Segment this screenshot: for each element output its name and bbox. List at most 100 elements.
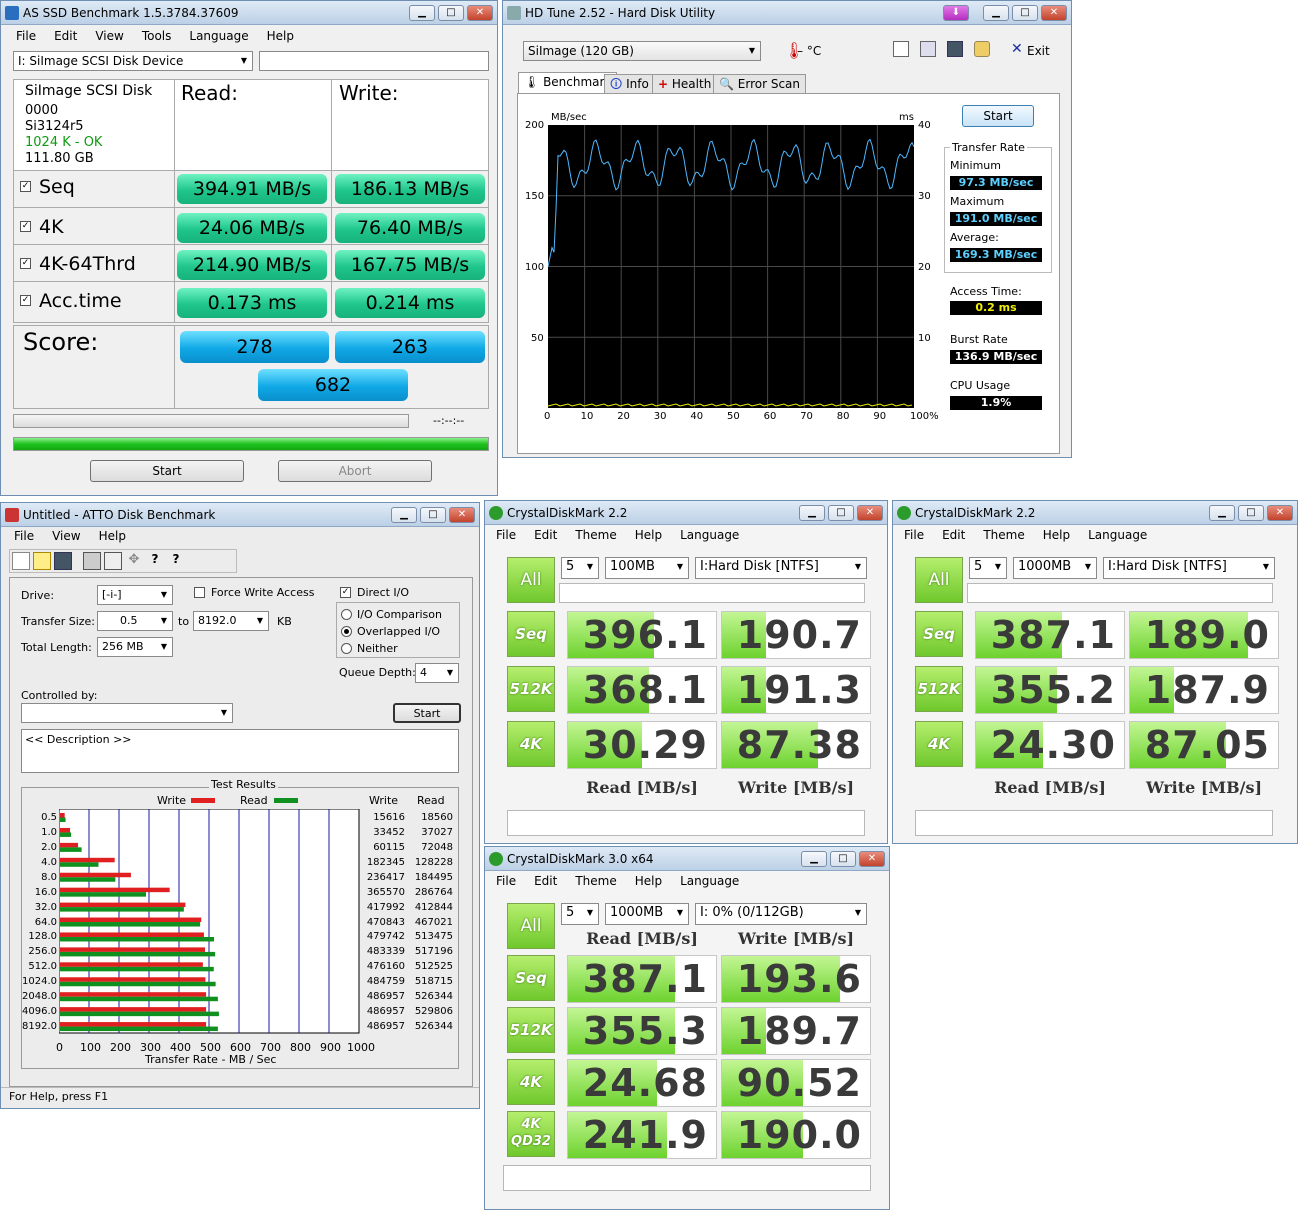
tab-error-scan[interactable]: 🔍 Error Scan xyxy=(713,74,807,94)
minimize-button[interactable]: ▁ xyxy=(799,504,825,521)
menu-theme[interactable]: Theme xyxy=(974,528,1033,542)
menu-file[interactable]: File xyxy=(7,29,45,43)
maximize-button[interactable]: □ xyxy=(828,504,854,521)
print-preview-icon[interactable] xyxy=(104,552,122,570)
row-label-0[interactable]: Seq xyxy=(507,955,555,1001)
abort-button[interactable]: Abort xyxy=(278,460,432,482)
menu-view[interactable]: View xyxy=(86,29,132,43)
drive-info-field[interactable] xyxy=(259,51,489,71)
row-label-1[interactable]: 512K xyxy=(507,1007,555,1053)
menu-theme[interactable]: Theme xyxy=(566,874,625,888)
menu-file[interactable]: File xyxy=(487,528,525,542)
row-label-2[interactable]: 4K xyxy=(507,721,555,767)
maximize-button[interactable]: □ xyxy=(438,4,464,21)
acc-checkbox[interactable]: ✓ xyxy=(20,295,31,306)
close-button[interactable]: ✕ xyxy=(857,504,883,521)
paste-icon[interactable] xyxy=(920,41,936,57)
atto-start-button[interactable]: Start xyxy=(393,703,461,723)
menu-file[interactable]: File xyxy=(5,529,43,543)
row-label-0[interactable]: Seq xyxy=(507,611,555,657)
size-select[interactable]: 100MB ▼ xyxy=(605,557,689,579)
help-icon[interactable]: ? xyxy=(146,552,164,570)
close-button[interactable]: ✕ xyxy=(1267,504,1293,521)
menu-tools[interactable]: Tools xyxy=(133,29,181,43)
atto-titlebar[interactable]: Untitled - ATTO Disk Benchmark ▁ □ ✕ xyxy=(1,503,479,527)
menu-edit[interactable]: Edit xyxy=(933,528,974,542)
row-label-2[interactable]: 4K xyxy=(915,721,963,767)
direct-io-checkbox[interactable]: ✓ xyxy=(340,587,351,598)
cdm-titlebar[interactable]: CrystalDiskMark 2.2 ▁ □ ✕ xyxy=(485,501,887,525)
hdtune-titlebar[interactable]: HD Tune 2.52 - Hard Disk Utility ⬇ ▁ □ ✕ xyxy=(503,1,1071,25)
copy-icon[interactable] xyxy=(893,41,909,57)
save-icon[interactable] xyxy=(947,41,963,57)
all-button[interactable]: All xyxy=(507,903,555,949)
save-icon[interactable] xyxy=(54,552,72,570)
drive-select[interactable]: I: 0% (0/112GB) ▼ xyxy=(695,903,867,925)
io-comparison-radio[interactable] xyxy=(341,609,352,620)
close-button[interactable]: ✕ xyxy=(1041,4,1067,21)
hdtune-drive-select[interactable]: SiImage (120 GB) ▼ xyxy=(523,41,761,61)
total-length-select[interactable]: 256 MB ▼ xyxy=(97,637,173,657)
hdtune-start-button[interactable]: Start xyxy=(962,105,1034,127)
tab-benchmark[interactable]: 🌡 Benchmark xyxy=(518,72,618,94)
open-folder-icon[interactable] xyxy=(33,552,51,570)
minimize-button[interactable]: ▁ xyxy=(1209,504,1235,521)
all-button[interactable]: All xyxy=(915,557,963,603)
menu-edit[interactable]: Edit xyxy=(525,874,566,888)
menu-edit[interactable]: Edit xyxy=(525,528,566,542)
menu-theme[interactable]: Theme xyxy=(566,528,625,542)
maximize-button[interactable]: □ xyxy=(420,506,446,523)
menu-file[interactable]: File xyxy=(487,874,525,888)
close-button[interactable]: ✕ xyxy=(859,850,885,867)
4k-checkbox[interactable]: ✓ xyxy=(20,221,31,232)
row-label-1[interactable]: 512K xyxy=(915,666,963,712)
minimize-button[interactable]: ▁ xyxy=(391,506,417,523)
options-icon[interactable] xyxy=(974,41,990,57)
seq-checkbox[interactable]: ✓ xyxy=(20,181,31,192)
menu-language[interactable]: Language xyxy=(671,874,748,888)
size-select[interactable]: 1000MB ▼ xyxy=(605,903,689,925)
cdm-titlebar[interactable]: CrystalDiskMark 3.0 x64 ▁ □ ✕ xyxy=(485,847,889,871)
4k64-checkbox[interactable]: ✓ xyxy=(20,258,31,269)
menu-view[interactable]: View xyxy=(43,529,89,543)
menu-edit[interactable]: Edit xyxy=(45,29,86,43)
menu-language[interactable]: Language xyxy=(671,528,748,542)
transfer-from-select[interactable]: 0.5 ▼ xyxy=(97,611,173,631)
row-label-1[interactable]: 512K xyxy=(507,666,555,712)
force-write-checkbox[interactable] xyxy=(194,587,205,598)
tab-health[interactable]: + Health xyxy=(652,74,718,94)
drive-select[interactable]: I:Hard Disk [NTFS] ▼ xyxy=(695,557,867,579)
exit-button[interactable]: Exit xyxy=(1027,44,1050,58)
maximize-button[interactable]: □ xyxy=(1012,4,1038,21)
maximize-button[interactable]: □ xyxy=(1238,504,1264,521)
minimize-button[interactable]: ▁ xyxy=(801,850,827,867)
drive-select[interactable]: I: SiImage SCSI Disk Device ▼ xyxy=(13,51,253,71)
menu-file[interactable]: File xyxy=(895,528,933,542)
menu-language[interactable]: Language xyxy=(180,29,257,43)
transfer-to-select[interactable]: 8192.0 ▼ xyxy=(193,611,269,631)
tab-info[interactable]: 🛈 Info xyxy=(604,74,655,94)
menu-help[interactable]: Help xyxy=(258,29,303,43)
overlapped-io-radio[interactable] xyxy=(341,626,352,637)
context-help-icon[interactable]: ? xyxy=(167,552,185,570)
cdm-titlebar[interactable]: CrystalDiskMark 2.2 ▁ □ ✕ xyxy=(893,501,1297,525)
menu-help[interactable]: Help xyxy=(626,528,671,542)
all-button[interactable]: All xyxy=(507,557,555,603)
row-label-0[interactable]: Seq xyxy=(915,611,963,657)
menu-help[interactable]: Help xyxy=(90,529,135,543)
count-select[interactable]: 5 ▼ xyxy=(969,557,1007,579)
count-select[interactable]: 5 ▼ xyxy=(561,557,599,579)
new-file-icon[interactable] xyxy=(12,552,30,570)
close-button[interactable]: ✕ xyxy=(449,506,475,523)
size-select[interactable]: 1000MB ▼ xyxy=(1013,557,1097,579)
menu-help[interactable]: Help xyxy=(626,874,671,888)
atto-drive-select[interactable]: [-i-] ▼ xyxy=(97,585,173,605)
download-icon[interactable]: ⬇ xyxy=(943,4,969,21)
minimize-button[interactable]: ▁ xyxy=(409,4,435,21)
start-button[interactable]: Start xyxy=(90,460,244,482)
controlled-by-select[interactable]: ▼ xyxy=(21,703,233,723)
maximize-button[interactable]: □ xyxy=(830,850,856,867)
row-label-3[interactable]: 4K QD32 xyxy=(507,1111,555,1157)
drive-select[interactable]: I:Hard Disk [NTFS] ▼ xyxy=(1103,557,1275,579)
neither-radio[interactable] xyxy=(341,643,352,654)
